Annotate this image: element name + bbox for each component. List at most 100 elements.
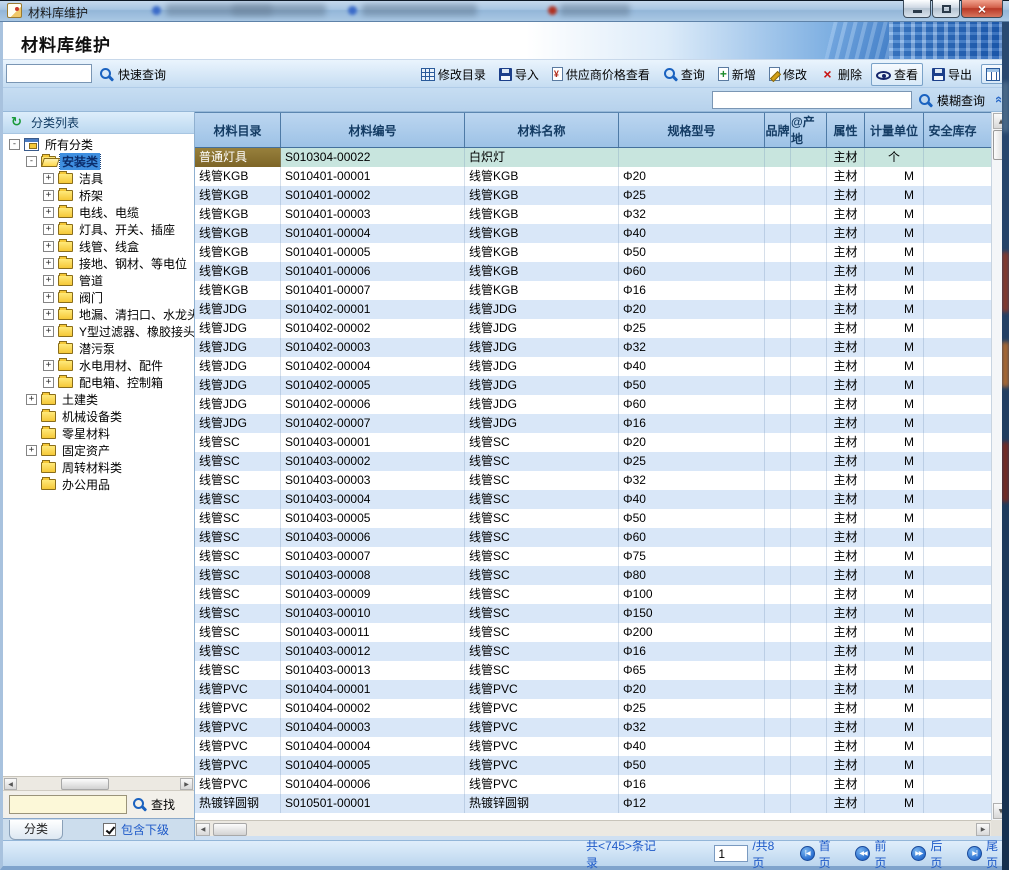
expand-node-icon[interactable]: + [43,309,54,320]
expand-node-icon[interactable]: + [43,326,54,337]
toolbar-button-edit[interactable]: 修改 [765,64,811,85]
maximize-button[interactable] [932,0,960,18]
scroll-left-icon[interactable]: ◀ [196,823,210,836]
expand-node-icon[interactable]: + [43,190,54,201]
tab-category[interactable]: 分类 [9,820,63,840]
expand-node-icon[interactable]: + [26,394,37,405]
table-row[interactable]: 线管JDGS010402-00005线管JDGΦ50主材M [195,376,1009,395]
table-row[interactable]: 线管SCS010403-00007线管SCΦ75主材M [195,547,1009,566]
toolbar-button-import[interactable]: 导入 [495,64,543,85]
table-row[interactable]: 线管SCS010403-00001线管SCΦ20主材M [195,433,1009,452]
toolbar-button-supplier-price-view[interactable]: 供应商价格查看 [548,64,654,85]
expand-node-icon[interactable]: + [43,241,54,252]
find-input[interactable] [9,795,127,814]
tree-item[interactable]: +Y型过滤器、橡胶接头 [3,323,194,340]
table-row[interactable]: 线管PVCS010404-00002线管PVCΦ25主材M [195,699,1009,718]
collapse-node-icon[interactable]: - [26,156,37,167]
table-row[interactable]: 线管SCS010403-00012线管SCΦ16主材M [195,642,1009,661]
table-row[interactable]: 线管SCS010403-00002线管SCΦ25主材M [195,452,1009,471]
fuzzy-search-input[interactable] [712,91,912,109]
column-header[interactable]: 属性 [827,113,865,147]
page-number-input[interactable] [714,845,748,862]
toolbar-button-query[interactable]: 查询 [659,64,709,85]
toolbar-button-export[interactable]: 导出 [928,64,976,85]
table-horizontal-scrollbar[interactable]: ◀ ▶ [195,820,991,836]
tree-item[interactable]: +阀门 [3,289,194,306]
first-page-button[interactable]: |◀首页 [800,837,842,870]
table-row[interactable]: 线管KGBS010401-00007线管KGBΦ16主材M [195,281,1009,300]
table-row[interactable]: 线管SCS010403-00004线管SCΦ40主材M [195,490,1009,509]
next-page-button[interactable]: ▶▶后页 [911,837,953,870]
tree-item[interactable]: +电线、电缆 [3,204,194,221]
table-row[interactable]: 普通灯具S010304-00022白炽灯主材个 [195,148,1009,167]
table-row[interactable]: 线管KGBS010401-00006线管KGBΦ60主材M [195,262,1009,281]
tree-item[interactable]: 零星材料 [3,425,194,442]
table-row[interactable]: 线管SCS010403-00010线管SCΦ150主材M [195,604,1009,623]
table-row[interactable]: 线管JDGS010402-00006线管JDGΦ60主材M [195,395,1009,414]
table-row[interactable]: 线管KGBS010401-00001线管KGBΦ20主材M [195,167,1009,186]
expand-node-icon[interactable]: + [43,292,54,303]
tree-item[interactable]: -所有分类 [3,136,194,153]
scroll-right-icon[interactable]: ▶ [180,778,193,790]
quick-search-input[interactable] [6,64,92,83]
column-header[interactable]: 材料目录 [195,113,281,147]
table-row[interactable]: 线管JDGS010402-00007线管JDGΦ16主材M [195,414,1009,433]
table-row[interactable]: 线管SCS010403-00011线管SCΦ200主材M [195,623,1009,642]
column-header[interactable]: 材料名称 [465,113,619,147]
expand-node-icon[interactable]: + [43,207,54,218]
table-row[interactable]: 线管KGBS010401-00003线管KGBΦ32主材M [195,205,1009,224]
tree-item[interactable]: +配电箱、控制箱 [3,374,194,391]
expand-node-icon[interactable]: + [43,360,54,371]
close-button[interactable]: × [961,0,1003,18]
expand-node-icon[interactable]: + [26,445,37,456]
prev-page-button[interactable]: ◀◀前页 [855,837,897,870]
table-row[interactable]: 线管SCS010403-00013线管SCΦ65主材M [195,661,1009,680]
table-row[interactable]: 线管JDGS010402-00004线管JDGΦ40主材M [195,357,1009,376]
tree-item[interactable]: +线管、线盒 [3,238,194,255]
scrollbar-thumb[interactable] [213,823,247,836]
table-row[interactable]: 线管PVCS010404-00003线管PVCΦ32主材M [195,718,1009,737]
table-row[interactable]: 线管KGBS010401-00002线管KGBΦ25主材M [195,186,1009,205]
scroll-right-icon[interactable]: ▶ [976,823,990,836]
column-header[interactable]: 安全库存 [924,113,981,147]
column-header[interactable]: @产地 [791,113,827,147]
include-children-checkbox[interactable] [103,823,116,836]
table-row[interactable]: 线管SCS010403-00008线管SCΦ80主材M [195,566,1009,585]
table-row[interactable]: 线管SCS010403-00006线管SCΦ60主材M [195,528,1009,547]
column-header[interactable]: 规格型号 [619,113,765,147]
quick-search-button[interactable]: 快速查询 [99,66,166,83]
collapse-node-icon[interactable]: - [9,139,20,150]
column-header[interactable]: 品牌 [765,113,791,147]
tree-item[interactable]: -安装类 [3,153,194,170]
tree-item[interactable]: 机械设备类 [3,408,194,425]
tree-item[interactable]: +洁具 [3,170,194,187]
column-header[interactable]: 材料编号 [281,113,465,147]
table-row[interactable]: 线管SCS010403-00009线管SCΦ100主材M [195,585,1009,604]
tree-item[interactable]: +桥架 [3,187,194,204]
expand-node-icon[interactable]: + [43,275,54,286]
tree-item[interactable]: +地漏、清扫口、水龙头 [3,306,194,323]
tree-item[interactable]: +土建类 [3,391,194,408]
fuzzy-search-button[interactable]: 模糊查询 [918,92,985,109]
table-row[interactable]: 热镀锌圆钢S010501-00001热镀锌圆钢Φ12主材M [195,794,1009,813]
toolbar-button-modify-catalog[interactable]: 修改目录 [417,64,490,85]
toolbar-button-view[interactable]: 查看 [871,63,923,86]
table-row[interactable]: 线管KGBS010401-00005线管KGBΦ50主材M [195,243,1009,262]
expand-node-icon[interactable]: + [43,377,54,388]
tree-horizontal-scrollbar[interactable]: ◀ ▶ [3,776,194,790]
find-button[interactable]: 查找 [132,796,175,813]
table-row[interactable]: 线管SCS010403-00003线管SCΦ32主材M [195,471,1009,490]
tree-item[interactable]: +灯具、开关、插座 [3,221,194,238]
table-row[interactable]: 线管PVCS010404-00005线管PVCΦ50主材M [195,756,1009,775]
table-row[interactable]: 线管JDGS010402-00002线管JDGΦ25主材M [195,319,1009,338]
refresh-icon[interactable]: ↻ [11,115,25,130]
expand-node-icon[interactable]: + [43,173,54,184]
tree-item[interactable]: 办公用品 [3,476,194,493]
scrollbar-thumb[interactable] [61,778,109,790]
table-row[interactable]: 线管JDGS010402-00001线管JDGΦ20主材M [195,300,1009,319]
toolbar-button-delete[interactable]: ×删除 [816,64,866,85]
tree-item[interactable]: +接地、钢材、等电位 [3,255,194,272]
tree-item[interactable]: 周转材料类 [3,459,194,476]
table-row[interactable]: 线管SCS010403-00005线管SCΦ50主材M [195,509,1009,528]
table-row[interactable]: 线管KGBS010401-00004线管KGBΦ40主材M [195,224,1009,243]
